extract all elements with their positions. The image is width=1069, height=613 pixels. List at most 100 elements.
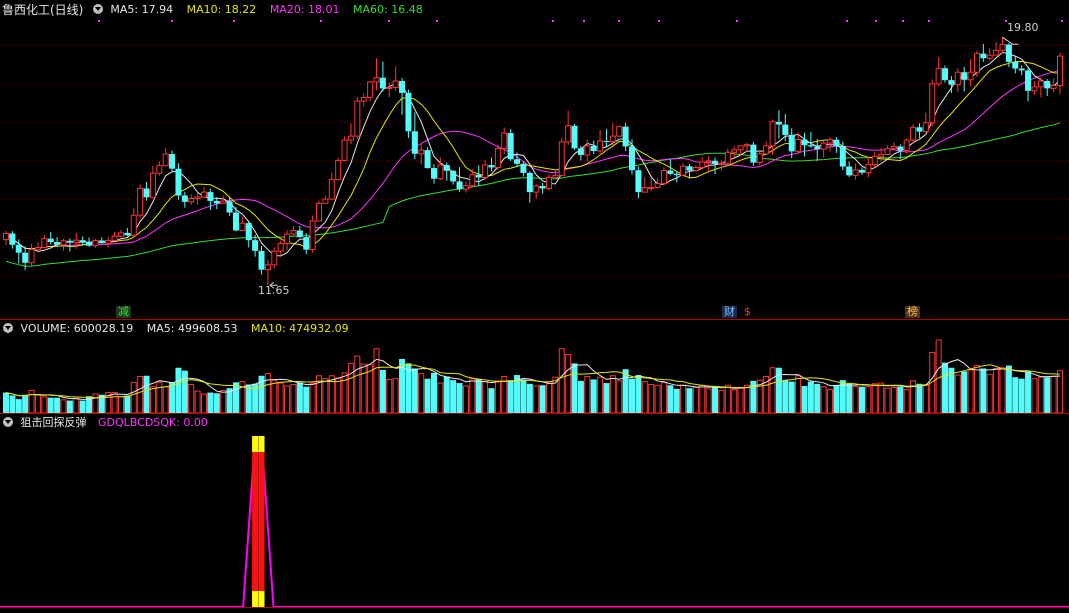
ma60-line [5,122,1061,267]
volume-panel-header: VOLUME: 600028.19 MA5: 499608.53 MA10: 4… [0,320,1069,338]
candle-body [245,223,252,241]
candle-body [143,188,150,198]
volume-bar [501,376,508,414]
volume-bar [9,395,16,413]
volume-bar [188,384,195,414]
candle-body [807,145,814,147]
volume-bar [692,386,699,414]
volume-bar [1037,376,1044,414]
candle-body [539,186,546,189]
candle-body [335,159,342,181]
volume-bar [897,386,904,413]
event-dot [902,20,904,22]
volume-bar [590,379,597,413]
candle-body [616,126,623,137]
volume-bar [60,399,67,414]
event-dot [552,20,554,22]
candle-body [15,244,22,253]
volume-bar [424,378,431,413]
volume-bar [526,383,533,413]
indicator-panel-header: 狙击回探反弹 GDQLBCDSQK: 0.00 [0,414,1069,432]
candle-body [392,80,399,88]
event-marker-dividend[interactable]: $ [742,306,753,318]
indicator-settings-dropdown-icon[interactable] [3,417,13,427]
candle-body [360,96,367,102]
candle-body [865,163,872,174]
candle-body [641,187,648,193]
event-marker-finance[interactable]: 财 [722,306,737,318]
volume-bar [392,378,399,414]
ma10-legend: MA10: 18.22 [186,3,257,16]
candle-body [769,121,776,147]
volume-bar [482,381,489,414]
candle-body [105,239,112,244]
volume-bar [386,378,393,414]
candle-body [1012,61,1019,69]
candle-body [462,185,469,190]
candle-body [571,125,578,149]
candle-body [514,159,521,164]
high-marker-line [1002,36,1019,45]
candle-body [858,169,865,173]
volume-bar [801,385,808,413]
volume-bar [782,380,789,413]
candle-body [22,252,29,263]
candle-body [175,168,182,196]
signal-bar [252,436,259,607]
volume-bar [961,371,968,413]
volume-bar [507,380,514,413]
candle-body [680,165,687,176]
candle-body [296,230,303,238]
candle-body [1031,86,1038,92]
volume-bar [629,378,636,413]
candle-body [986,54,993,59]
event-dot [928,20,930,22]
candle-body [910,126,917,141]
volume-bar [731,389,738,414]
event-dot [233,20,235,22]
signal-line [0,451,1069,608]
volume-bar [942,362,949,413]
candle-body [424,150,431,169]
candle-body [897,146,904,151]
volume-bar [347,362,354,414]
candle-body [271,250,278,266]
volume-bar [890,386,897,414]
candle-body [181,195,188,202]
candle-body [584,145,591,156]
candle-body [635,170,642,193]
volume-ma5-legend: MA5: 499608.53 [146,322,238,335]
signal-cap-top [258,436,265,452]
event-dot [875,20,877,22]
candle-body [207,192,214,201]
volume-bar [130,381,137,414]
candle-body [1050,85,1057,89]
candle-body [137,187,144,216]
volume-bar [705,388,712,414]
event-marker-reduce[interactable]: 减 [116,306,131,318]
volume-bar [724,384,731,414]
candle-body [852,169,859,176]
candle-body [411,131,418,154]
candle-body [520,163,527,173]
event-dot [1061,20,1063,22]
volume-settings-dropdown-icon[interactable] [3,323,13,333]
candle-body [597,140,604,152]
candle-body [475,174,482,178]
ma60-path [5,122,1061,267]
price-settings-dropdown-icon[interactable] [92,4,103,14]
volume-bar [852,386,859,414]
volume-bar [980,368,987,413]
candle-body [34,246,41,250]
volume-bar [462,385,469,414]
volume-bar [41,396,48,414]
candle-body [405,92,412,132]
volume-bar [201,393,208,414]
event-marker-rank[interactable]: 榜 [905,306,920,318]
volume-bar [520,379,527,413]
volume-bars [3,339,1063,414]
candle-body [743,144,750,147]
event-dot [618,20,620,22]
volume-bar [220,389,227,414]
candle-body [942,68,949,81]
